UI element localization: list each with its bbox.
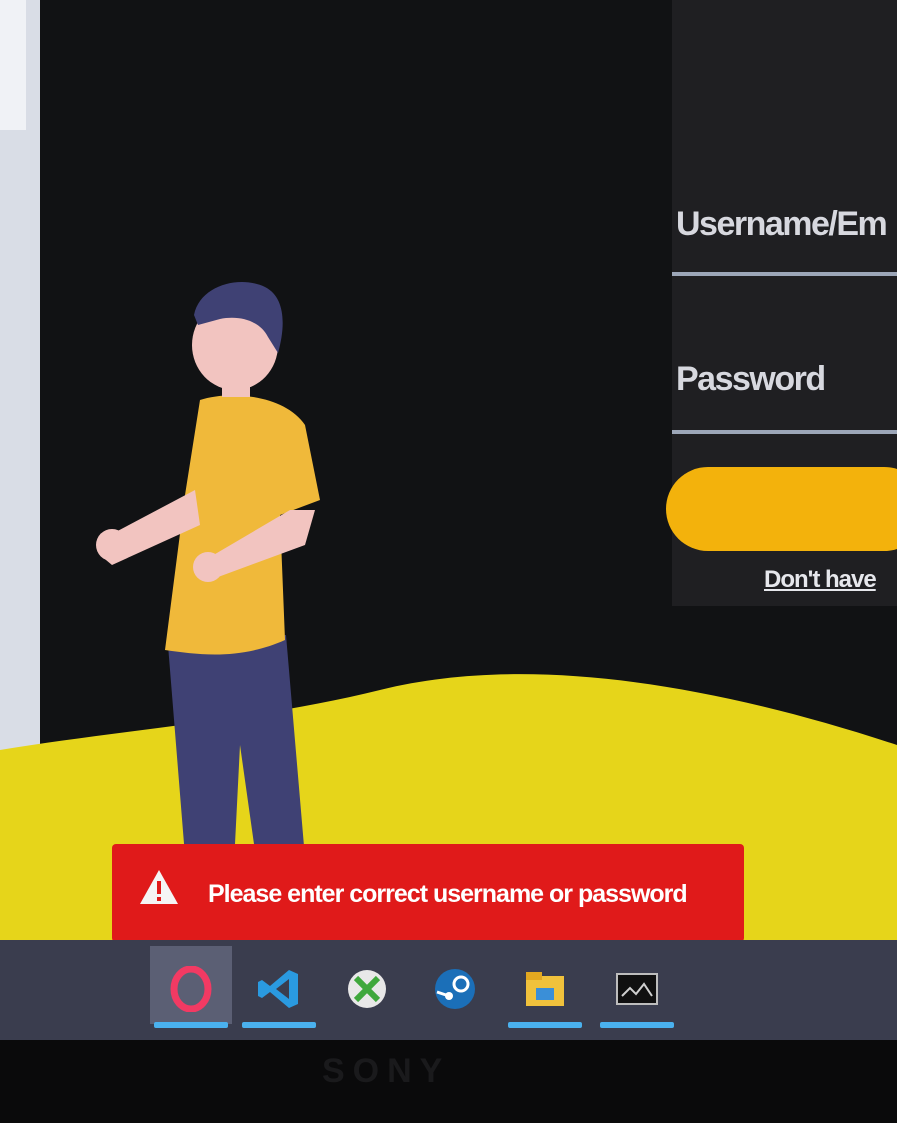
username-input[interactable] <box>672 272 897 276</box>
taskbar-vscode[interactable] <box>238 946 320 1028</box>
toast-message: Please enter correct username or passwor… <box>208 880 688 908</box>
taskbar-steam[interactable] <box>414 946 496 1024</box>
monitor-screen: Username/Em Password Don't have Please e… <box>0 0 897 1040</box>
taskbar-opera[interactable] <box>150 946 232 1028</box>
steam-icon <box>435 969 475 1009</box>
taskbar-file-explorer[interactable] <box>504 946 586 1028</box>
warning-icon <box>140 870 178 904</box>
username-label: Username/Em <box>676 205 888 243</box>
opera-icon <box>170 966 212 1012</box>
password-input[interactable] <box>672 430 897 434</box>
vscode-icon <box>258 970 298 1008</box>
monitor-brand-logo: SONY <box>322 1052 451 1090</box>
file-explorer-icon <box>526 972 564 1006</box>
xbox-icon <box>348 970 386 1008</box>
taskbar-xbox[interactable] <box>326 946 408 1024</box>
password-label: Password <box>676 360 826 398</box>
login-form: Username/Em Password Don't have <box>666 0 897 606</box>
taskbar-terminal[interactable] <box>596 946 678 1028</box>
terminal-icon <box>616 973 658 1005</box>
taskbar <box>0 940 897 1040</box>
signup-link[interactable]: Don't have <box>764 566 877 594</box>
login-button[interactable] <box>666 467 897 551</box>
error-toast: Please enter correct username or passwor… <box>112 844 744 942</box>
